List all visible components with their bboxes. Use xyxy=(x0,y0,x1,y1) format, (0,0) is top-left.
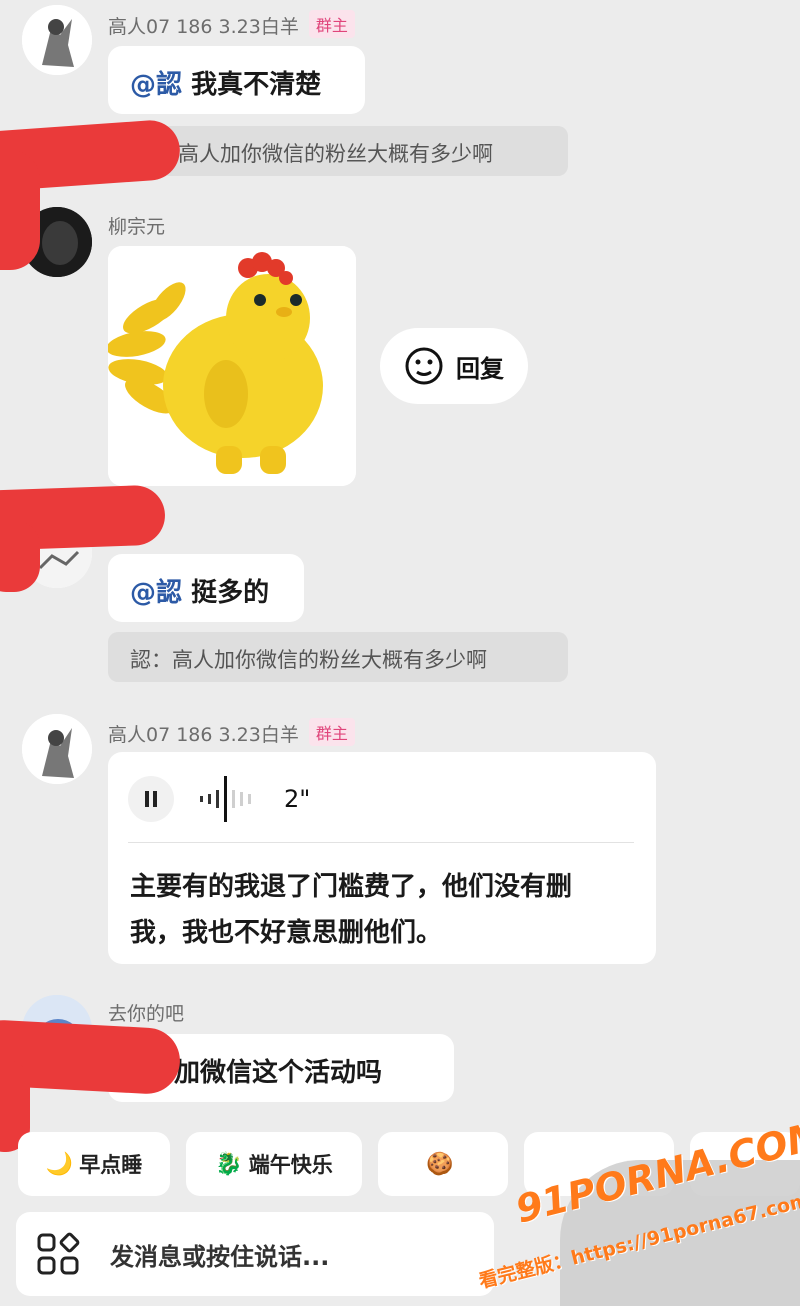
sender-name-text: 高人07 186 3.23白羊 xyxy=(108,16,299,38)
message-text: 挺多的 xyxy=(182,578,270,608)
message-text: 加微信这个活动吗 xyxy=(174,1058,383,1088)
message-input-bar[interactable]: 发消息或按住说话... xyxy=(16,1212,494,1296)
mention[interactable]: @認 xyxy=(130,578,182,608)
pause-button[interactable] xyxy=(128,776,174,822)
quoted-message[interactable]: 認：高人加你微信的粉丝大概有多少啊 xyxy=(108,632,568,682)
group-owner-badge: 群主 xyxy=(308,10,355,38)
voice-transcript: 主要有的我退了门槛费了，他们没有删我，我也不好意思删他们。 xyxy=(130,872,573,948)
quick-chip-cookie[interactable]: 🍪 xyxy=(378,1132,508,1196)
sender-name: 高人07 186 3.23白羊 群主 xyxy=(108,718,355,747)
reply-label: 回复 xyxy=(456,354,504,383)
chip-label: 端午快乐 xyxy=(248,1153,333,1177)
mention[interactable]: @認 xyxy=(130,70,182,100)
apps-grid-icon[interactable] xyxy=(36,1232,80,1276)
sender-name-text: 高人07 186 3.23白羊 xyxy=(108,724,299,746)
sender-name: 去你的吧 xyxy=(108,1003,185,1025)
voice-message-bubble[interactable]: 2" 主要有的我退了门槛费了，他们没有删我，我也不好意思删他们。 xyxy=(108,752,656,964)
group-owner-badge: 群主 xyxy=(308,718,355,746)
voice-duration: 2" xyxy=(284,785,311,813)
smiley-icon xyxy=(405,347,443,385)
reply-popup-button[interactable]: 回复 xyxy=(380,328,528,404)
image-message[interactable] xyxy=(108,246,356,486)
redaction-mark xyxy=(0,520,40,592)
voice-waveform xyxy=(200,776,251,822)
avatar[interactable] xyxy=(22,714,92,784)
message-input[interactable]: 发消息或按住说话... xyxy=(110,1237,329,1272)
avatar[interactable] xyxy=(22,5,92,75)
chicken-sticker-image xyxy=(108,246,356,486)
message-bubble[interactable]: @認 挺多的 xyxy=(108,554,304,622)
message-bubble[interactable]: @認 我真不清楚 xyxy=(108,46,365,114)
quick-chip-early-sleep[interactable]: 🌙 早点睡 xyxy=(18,1132,170,1196)
chip-label: 早点睡 xyxy=(79,1153,143,1177)
pause-icon xyxy=(145,791,157,807)
quick-chip-dragon-boat[interactable]: 🐉 端午快乐 xyxy=(186,1132,362,1196)
divider xyxy=(128,842,634,843)
redaction-mark xyxy=(0,150,40,270)
sender-name: 高人07 186 3.23白羊 群主 xyxy=(108,10,355,39)
sleep-icon: 🌙 xyxy=(45,1151,74,1177)
quoted-message[interactable]: 高人加你微信的粉丝大概有多少啊 xyxy=(160,126,568,176)
sender-name: 柳宗元 xyxy=(108,216,166,238)
dragon-icon: 🐉 xyxy=(215,1151,243,1177)
cookie-icon: 🍪 xyxy=(426,1151,454,1177)
message-text: 我真不清楚 xyxy=(182,70,322,100)
